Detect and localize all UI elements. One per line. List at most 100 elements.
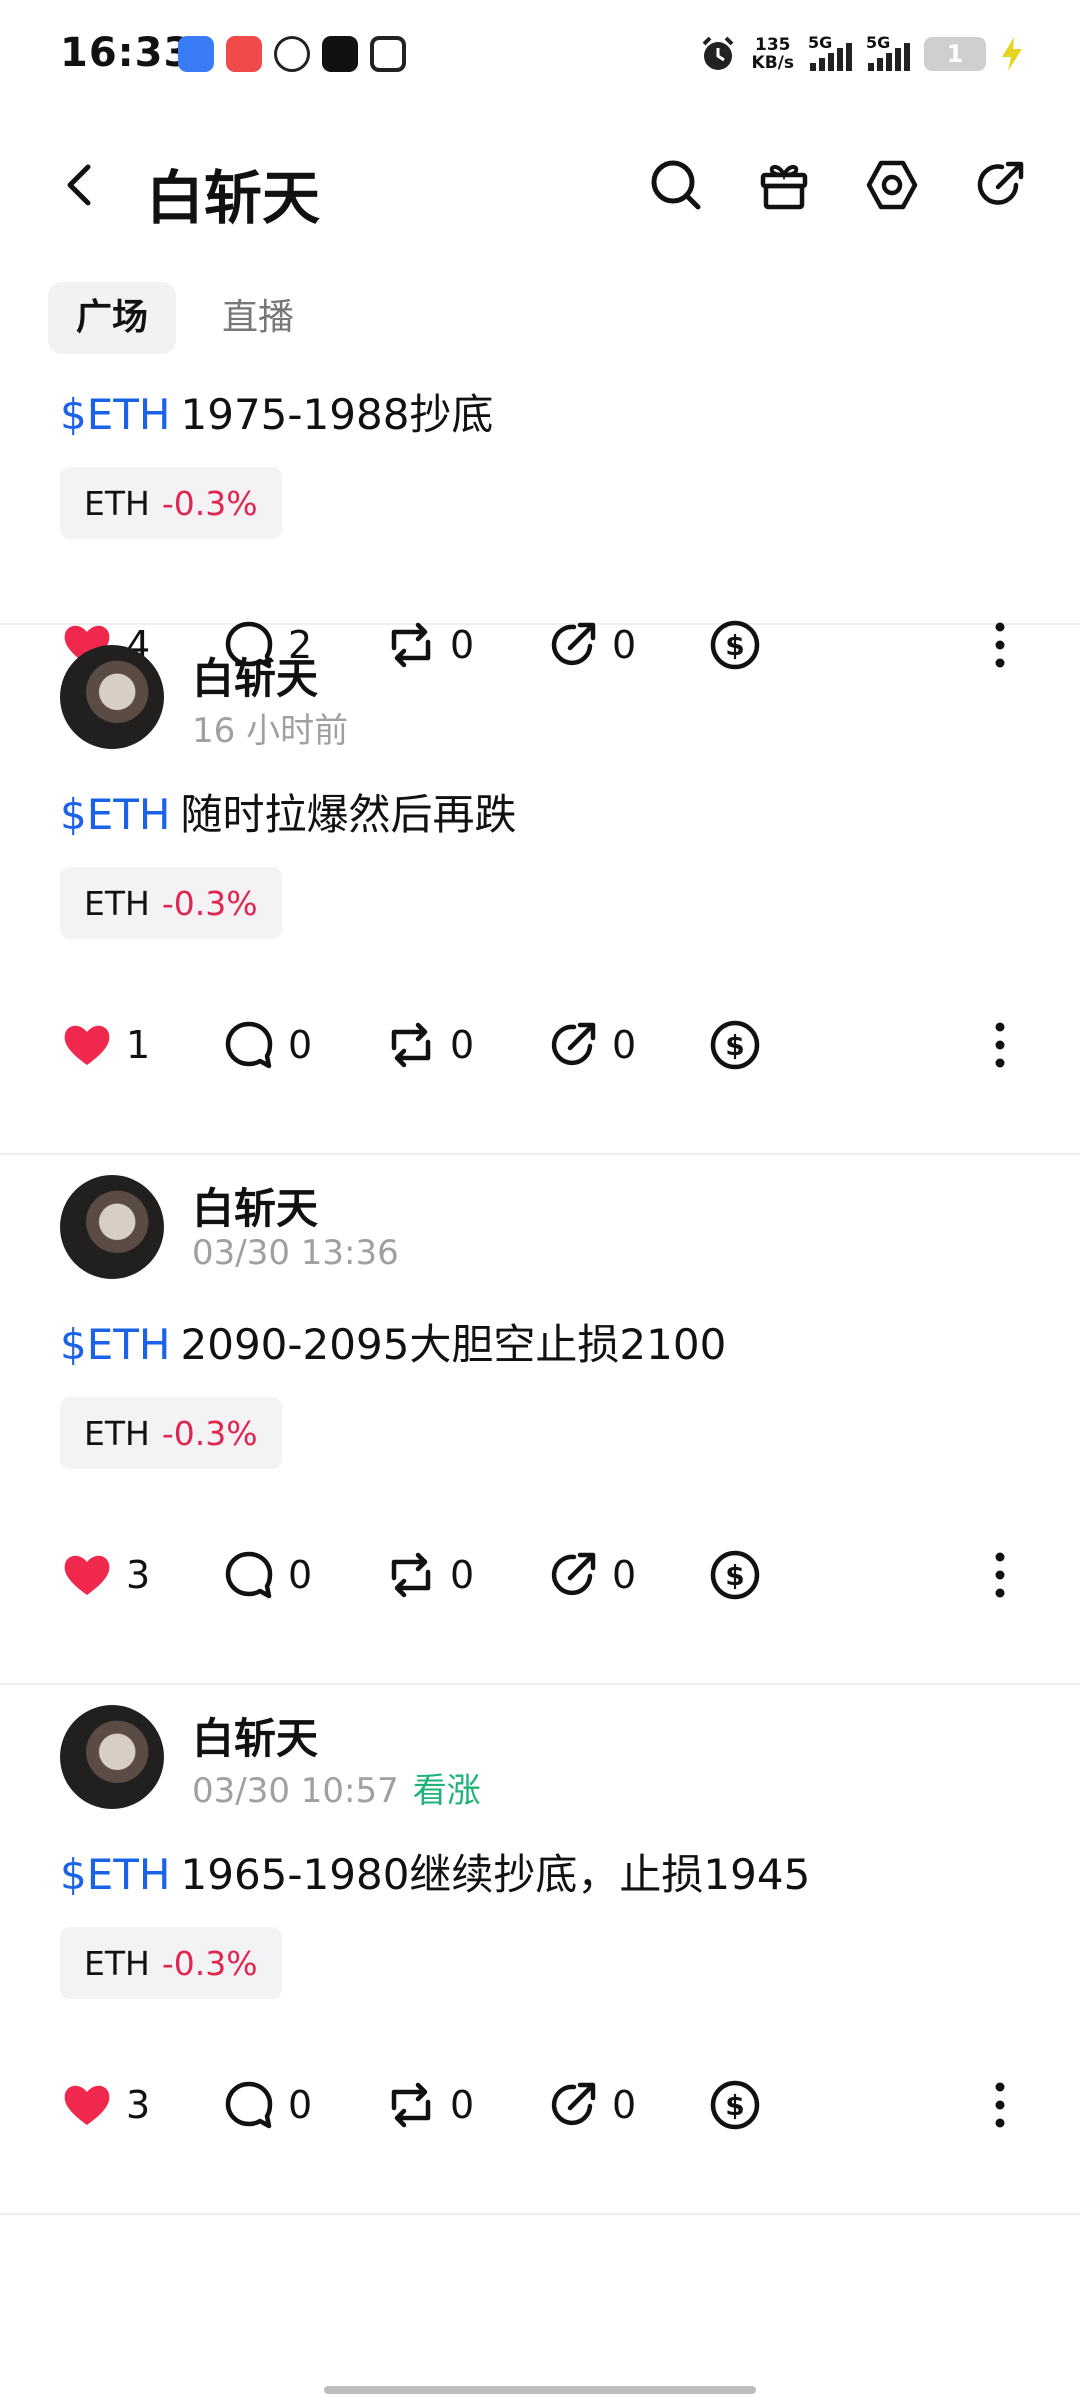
share-post-button[interactable]: 0 xyxy=(546,1015,636,1075)
network-speed-unit: KB/s xyxy=(751,53,794,73)
coin-price-chip[interactable]: ETH -0.3% xyxy=(60,1397,282,1469)
heart-icon xyxy=(64,1555,110,1595)
share-post-button[interactable]: 0 xyxy=(546,1545,636,1605)
repost-button[interactable]: 0 xyxy=(384,1015,474,1075)
gift-button[interactable] xyxy=(752,153,816,217)
comment-icon xyxy=(225,2081,273,2129)
search-icon xyxy=(651,160,701,210)
share-icon xyxy=(977,161,1024,205)
sentiment-badge: 看涨 xyxy=(412,1771,481,1811)
home-indicator[interactable] xyxy=(324,2386,756,2394)
coin-price-chip[interactable]: ETH -0.3% xyxy=(60,867,282,939)
svg-text:$: $ xyxy=(725,1029,744,1062)
chip-coin: ETH xyxy=(84,1943,150,1983)
chip-change: -0.3% xyxy=(161,883,258,923)
more-vertical-icon xyxy=(995,2082,1005,2128)
search-button[interactable] xyxy=(644,153,708,217)
post-content[interactable]: $ETH 随时拉爆然后再跌 xyxy=(60,781,517,842)
app-notification-icon xyxy=(178,36,214,72)
chip-change: -0.3% xyxy=(161,483,258,523)
repost-button[interactable]: 0 xyxy=(384,1545,474,1605)
comment-button[interactable]: 0 xyxy=(222,1015,312,1075)
like-button[interactable]: 3 xyxy=(60,1545,150,1605)
avatar[interactable] xyxy=(60,1705,164,1809)
post-author[interactable]: 白斩天 xyxy=(192,1175,318,1236)
post-time: 03/30 10:57 xyxy=(192,1771,399,1811)
repost-icon xyxy=(391,1552,431,1598)
tab-square[interactable]: 广场 xyxy=(48,282,177,354)
comment-count: 0 xyxy=(288,1023,313,1067)
dollar-coin-icon: $ xyxy=(710,2080,760,2130)
tip-button[interactable]: $ xyxy=(708,1015,762,1075)
post-text: 随时拉爆然后再跌 xyxy=(180,790,517,839)
coin-tag-link[interactable]: $ETH xyxy=(60,1320,171,1369)
coin-tag-link[interactable]: $ETH xyxy=(60,1850,171,1899)
like-count: 3 xyxy=(126,1553,151,1597)
more-options-button[interactable] xyxy=(980,2075,1020,2135)
post-card[interactable]: 白斩天 03/30 10:57 看涨 $ETH 1965-1980继续抄底，止损19… xyxy=(0,1685,1080,2215)
comment-icon xyxy=(225,1551,273,1599)
post-content[interactable]: $ETH 1975-1988抄底 xyxy=(60,381,493,442)
post-text: 1965-1980继续抄底，止损1945 xyxy=(180,1850,811,1899)
sim2-label: 5G xyxy=(866,33,891,52)
alarm-icon xyxy=(702,36,733,70)
post-text: 1975-1988抄底 xyxy=(180,390,494,439)
post-content[interactable]: $ETH 1965-1980继续抄底，止损1945 xyxy=(60,1841,810,1902)
comment-count: 0 xyxy=(288,1553,313,1597)
share-icon xyxy=(551,2082,596,2126)
status-bar: 16:33 135 KB/s 5G 5G 1 xyxy=(0,0,1080,110)
tip-button[interactable]: $ xyxy=(708,1545,762,1605)
app-notification-icon xyxy=(370,36,406,72)
coin-tag-link[interactable]: $ETH xyxy=(60,390,171,439)
chip-coin: ETH xyxy=(84,1413,150,1453)
comment-icon xyxy=(225,1021,273,1069)
heart-icon xyxy=(64,1025,110,1065)
post-card[interactable]: 白斩天 03/30 13:36 $ETH 2090-2095大胆空止损2100 E… xyxy=(0,1155,1080,1685)
like-button[interactable]: 3 xyxy=(60,2075,150,2135)
share-post-button[interactable]: 0 xyxy=(546,2075,636,2135)
post-content[interactable]: $ETH 2090-2095大胆空止损2100 xyxy=(60,1311,726,1372)
more-options-button[interactable] xyxy=(980,1015,1020,1075)
top-app-bar: 白斩天 xyxy=(0,125,1080,245)
more-options-button[interactable] xyxy=(980,1545,1020,1605)
back-button[interactable] xyxy=(50,155,110,215)
post-time: 16 小时前 xyxy=(192,711,349,751)
comment-button[interactable]: 0 xyxy=(222,1545,312,1605)
coin-price-chip[interactable]: ETH -0.3% xyxy=(60,467,282,539)
like-button[interactable]: 1 xyxy=(60,1015,150,1075)
like-count: 3 xyxy=(126,2083,151,2127)
repost-count: 0 xyxy=(450,1553,475,1597)
sim1-label: 5G xyxy=(808,33,833,52)
coin-tag-link[interactable]: $ETH xyxy=(60,790,171,839)
avatar[interactable] xyxy=(60,645,164,749)
chip-coin: ETH xyxy=(84,483,150,523)
post-time: 03/30 13:36 xyxy=(192,1233,399,1273)
chip-change: -0.3% xyxy=(161,1413,258,1453)
comment-button[interactable]: 0 xyxy=(222,2075,312,2135)
repost-button[interactable]: 0 xyxy=(384,2075,474,2135)
more-vertical-icon xyxy=(995,1022,1005,1068)
network-speed-value: 135 xyxy=(755,35,791,55)
chip-coin: ETH xyxy=(84,883,150,923)
page-title: 白斩天 xyxy=(146,164,321,232)
share-count: 0 xyxy=(612,1553,637,1597)
status-time: 16:33 xyxy=(60,30,193,76)
share-icon xyxy=(551,1022,596,1066)
avatar[interactable] xyxy=(60,1175,164,1279)
post-card[interactable]: 白斩天 16 小时前 $ETH随时拉爆然后再跌 ETH -0.3% 1 0 0 xyxy=(0,625,1080,1155)
post-author[interactable]: 白斩天 xyxy=(192,645,318,706)
svg-text:$: $ xyxy=(725,2089,744,2122)
chip-change: -0.3% xyxy=(161,1943,258,1983)
notification-app-icons xyxy=(178,36,406,72)
post-card[interactable]: 白斩天 12 小时前看涨 $ETH1975-1988抄底 ETH-0.3% 4 … xyxy=(0,355,1080,670)
coin-price-chip[interactable]: ETH -0.3% xyxy=(60,1927,282,1999)
tab-live[interactable]: 直播 xyxy=(194,282,322,354)
tip-button[interactable]: $ xyxy=(708,2075,762,2135)
post-feed[interactable]: 白斩天 12 小时前看涨 $ETH1975-1988抄底 ETH-0.3% 4 … xyxy=(0,355,1080,2365)
settings-button[interactable] xyxy=(860,153,924,217)
share-button[interactable] xyxy=(968,153,1032,217)
signal-sim2-icon: 5G xyxy=(866,33,910,71)
post-author[interactable]: 白斩天 xyxy=(192,1705,318,1766)
repost-icon xyxy=(391,2082,431,2128)
signal-sim1-icon: 5G xyxy=(808,33,852,71)
